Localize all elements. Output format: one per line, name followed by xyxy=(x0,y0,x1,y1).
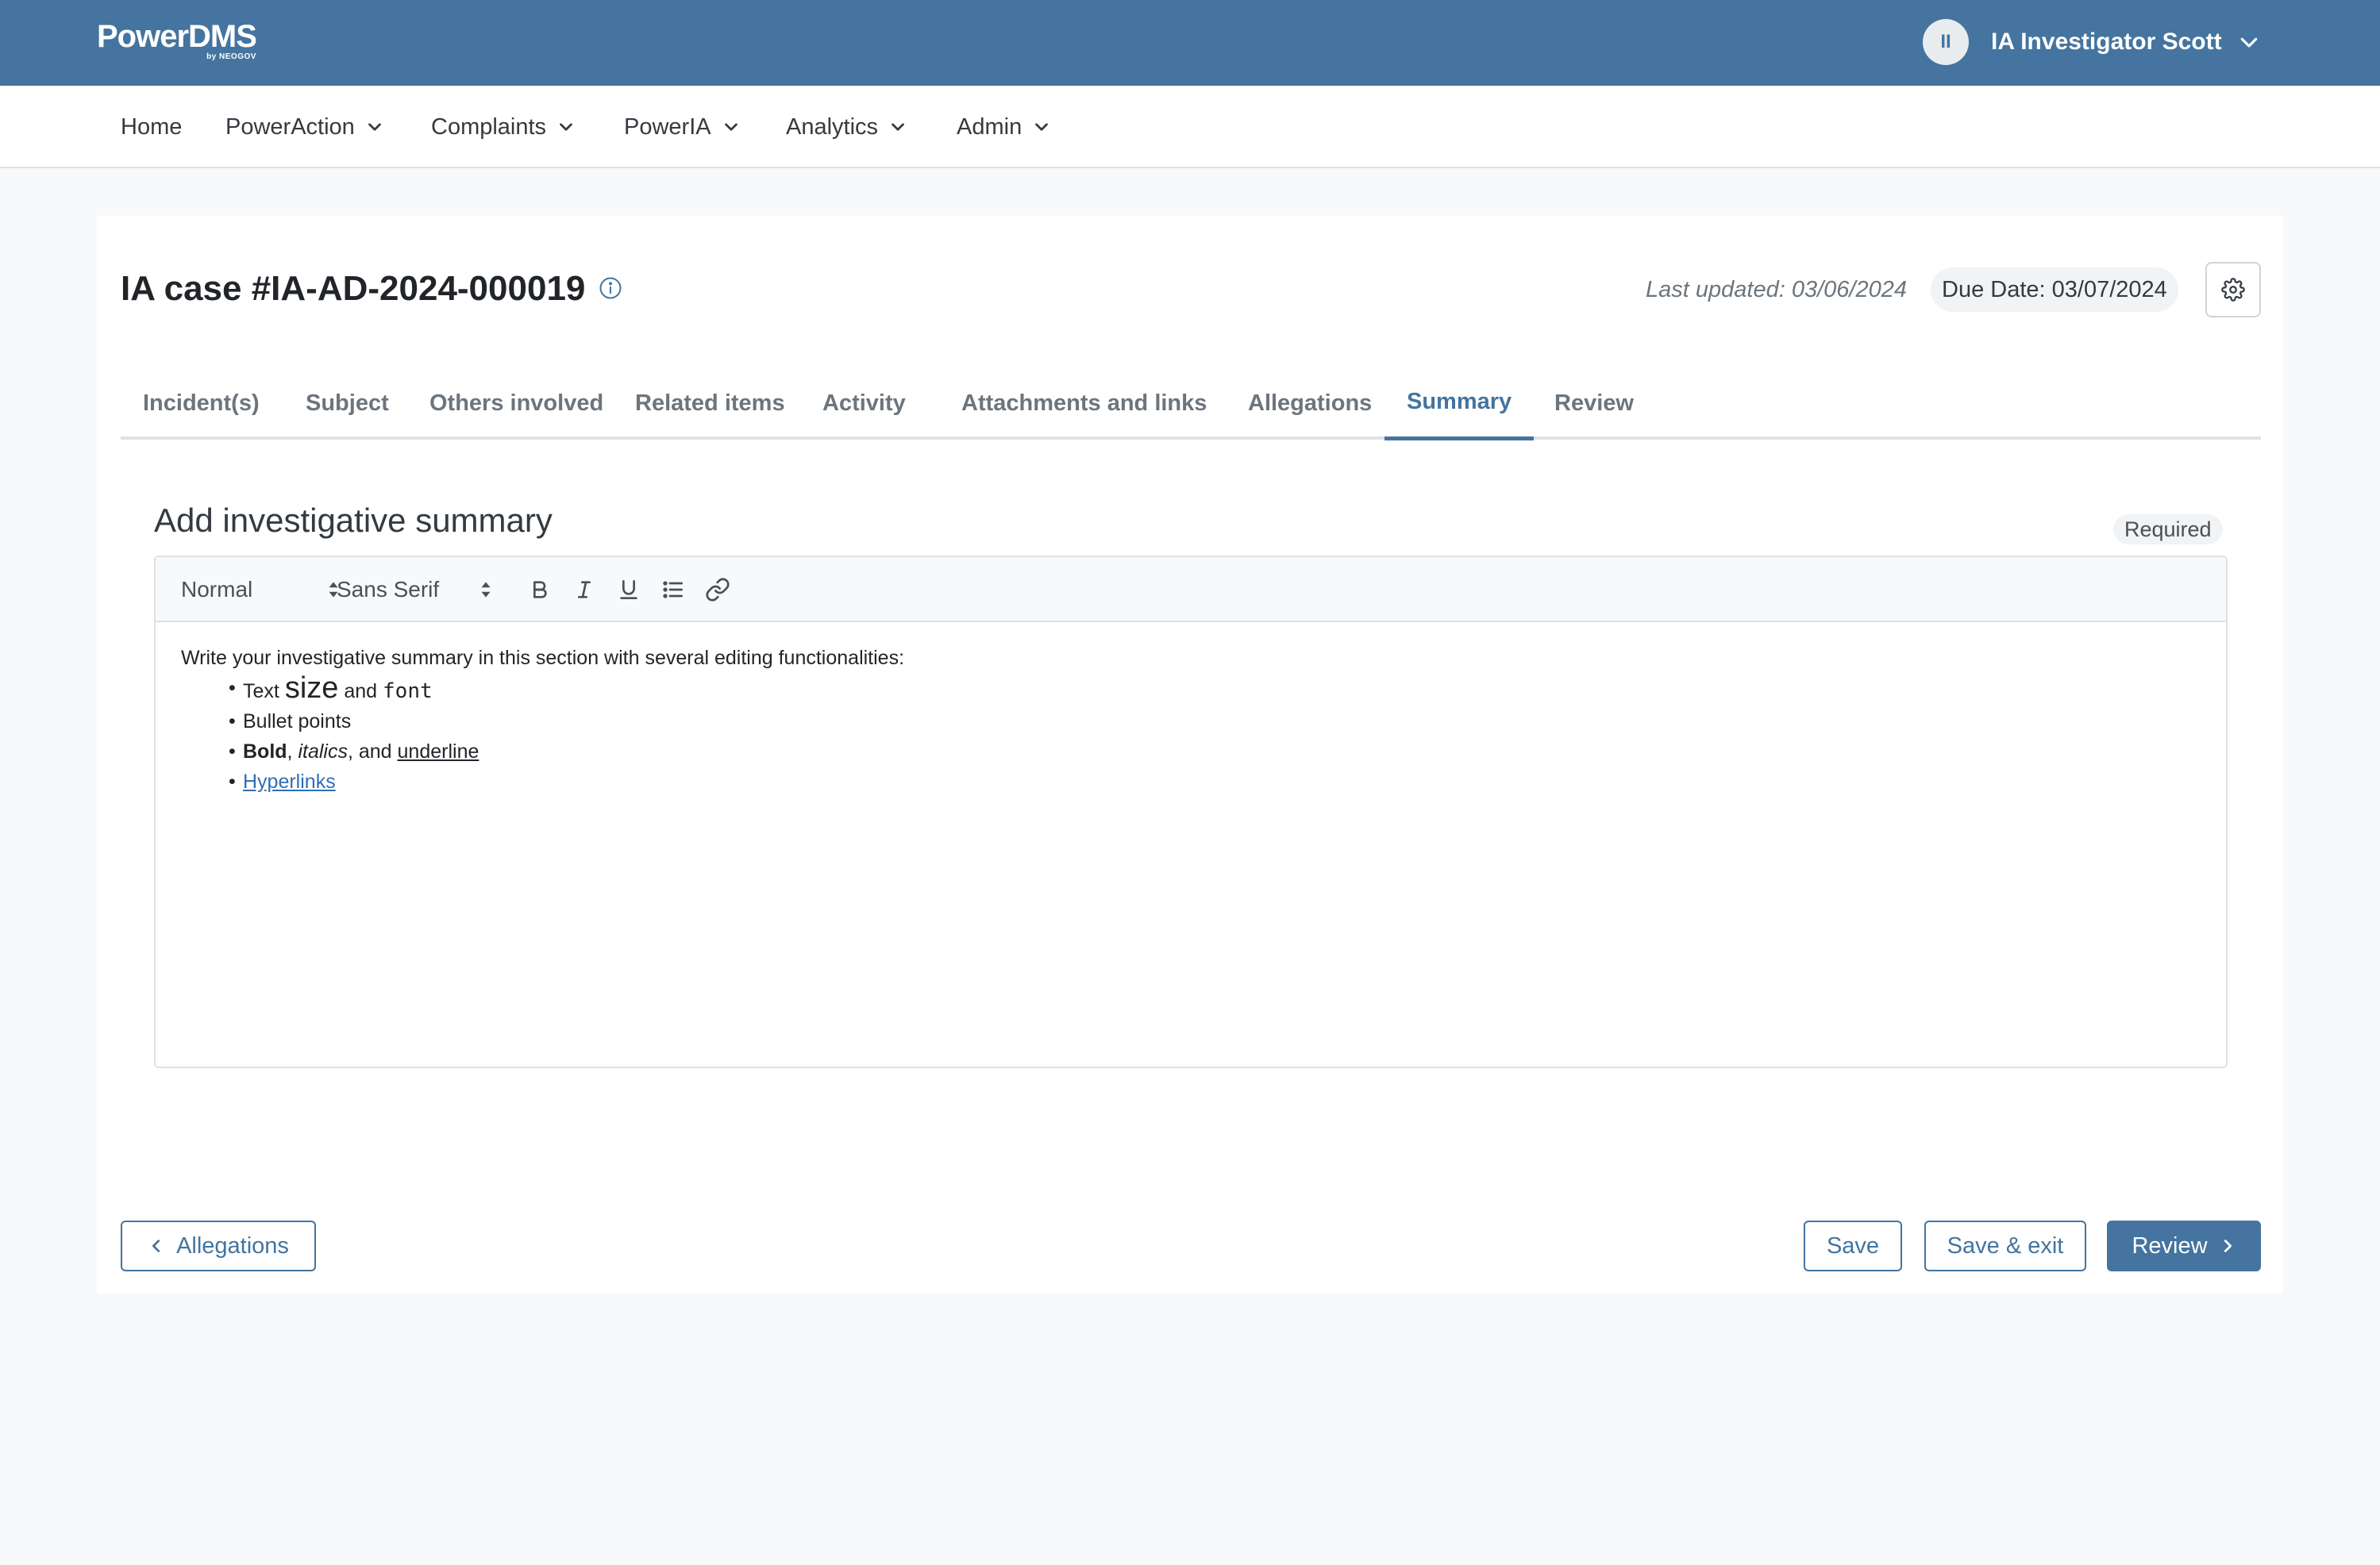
chevron-down-icon[interactable] xyxy=(2237,30,2261,54)
list-text-size: size xyxy=(284,671,339,705)
font-family-select[interactable]: Sans Serif xyxy=(337,573,491,606)
list-text-font: font xyxy=(383,679,433,703)
select-value: Sans Serif xyxy=(337,577,440,602)
select-value: Normal xyxy=(181,577,253,602)
list-text: , and xyxy=(347,740,392,763)
summary-intro: Write your investigative summary in this… xyxy=(181,647,905,669)
nav-poweraction[interactable]: PowerAction xyxy=(225,111,385,143)
nav-poweria[interactable]: PowerIA xyxy=(624,111,741,143)
list-item: Bold, italics, and underline xyxy=(229,736,904,767)
list-item: Hyperlinks xyxy=(229,767,904,797)
gear-icon xyxy=(2221,278,2245,302)
nav-label: Analytics xyxy=(786,113,879,140)
required-badge: Required xyxy=(2113,514,2223,544)
page-title: IA case #IA-AD-2024-000019 xyxy=(121,269,586,308)
bold-icon xyxy=(533,581,547,598)
list-text: Bullet points xyxy=(243,710,352,733)
tab-attachments-and-links[interactable]: Attachments and links xyxy=(939,367,1229,440)
tab-review[interactable]: Review xyxy=(1532,367,1656,440)
list-text-underline: underline xyxy=(397,740,479,763)
link-button[interactable] xyxy=(702,573,734,606)
review-button[interactable]: Review xyxy=(2107,1221,2261,1271)
link-icon xyxy=(706,578,730,602)
powerdms-logo[interactable]: PowerDMS by NEOGOV xyxy=(97,19,257,61)
list-text: , xyxy=(287,740,293,763)
chevron-down-icon xyxy=(892,123,904,131)
tab-summary[interactable]: Summary xyxy=(1384,367,1535,440)
list-item: Bullet points xyxy=(229,706,904,736)
case-tabs: Incident(s) Subject Others involved Rela… xyxy=(121,367,2261,440)
chevron-down-icon xyxy=(724,123,737,131)
button-label: Review xyxy=(2132,1232,2208,1259)
logo-text: PowerDMS xyxy=(97,19,257,54)
list-text: and xyxy=(344,680,378,702)
chevron-right-icon xyxy=(2224,1240,2232,1252)
nav-label: PowerAction xyxy=(225,113,355,140)
nav-label: Admin xyxy=(957,113,1022,140)
list-text-bold: Bold xyxy=(243,740,287,763)
text-size-select[interactable]: Normal xyxy=(181,573,338,606)
bold-button[interactable] xyxy=(524,573,556,606)
tab-related-items[interactable]: Related items xyxy=(613,367,807,440)
tab-others-involved[interactable]: Others involved xyxy=(407,367,626,440)
section-title: Add investigative summary xyxy=(154,502,553,539)
nav-label: PowerIA xyxy=(624,113,711,140)
case-card: IA case #IA-AD-2024-000019 Last updated:… xyxy=(97,216,2283,1294)
underline-icon xyxy=(620,580,637,599)
main-nav: Home PowerAction Complaints PowerIA Anal… xyxy=(0,86,2380,168)
summary-editor: Normal Sans Serif Write your investigati… xyxy=(154,556,2228,1068)
tab-incidents[interactable]: Incident(s) xyxy=(121,367,282,440)
chevron-down-icon xyxy=(1035,123,1049,131)
hyperlink[interactable]: Hyperlinks xyxy=(243,771,336,793)
select-arrows-icon xyxy=(481,582,491,598)
user-avatar[interactable]: II xyxy=(1923,19,1969,65)
bullet-list-icon xyxy=(663,581,683,598)
italic-button[interactable] xyxy=(568,573,600,606)
last-updated: Last updated: 03/06/2024 xyxy=(1646,277,1907,302)
chevron-down-icon xyxy=(560,123,572,131)
nav-label: Home xyxy=(121,113,183,140)
italic-icon xyxy=(578,581,591,598)
nav-home[interactable]: Home xyxy=(121,111,182,143)
editor-content[interactable]: Write your investigative summary in this… xyxy=(181,643,904,797)
info-icon[interactable] xyxy=(599,276,622,300)
tab-allegations[interactable]: Allegations xyxy=(1226,367,1394,440)
save-exit-button[interactable]: Save & exit xyxy=(1924,1221,2086,1271)
settings-button[interactable] xyxy=(2205,262,2261,317)
summary-bullet-list: Text size and font Bullet points Bold, i… xyxy=(229,673,904,797)
back-allegations-button[interactable]: Allegations xyxy=(121,1221,316,1271)
chevron-down-icon xyxy=(368,123,381,131)
list-text: Text xyxy=(243,680,279,702)
tab-activity[interactable]: Activity xyxy=(800,367,928,440)
nav-admin[interactable]: Admin xyxy=(957,111,1052,143)
top-bar: PowerDMS by NEOGOV II IA Investigator Sc… xyxy=(0,0,2380,86)
due-date-badge: Due Date: 03/07/2024 xyxy=(1931,267,2178,312)
list-item: Text size and font xyxy=(229,673,904,706)
logo-subtext: by NEOGOV xyxy=(206,52,256,61)
editor-toolbar: Normal Sans Serif xyxy=(156,557,2226,622)
list-text-italic: italics xyxy=(298,740,348,763)
user-name[interactable]: IA Investigator Scott xyxy=(1991,27,2222,57)
save-button[interactable]: Save xyxy=(1804,1221,1902,1271)
underline-button[interactable] xyxy=(613,573,645,606)
bullet-list-button[interactable] xyxy=(657,573,689,606)
chevron-left-icon xyxy=(152,1240,160,1252)
button-label: Allegations xyxy=(176,1232,289,1259)
nav-analytics[interactable]: Analytics xyxy=(786,111,908,143)
button-label: Save & exit xyxy=(1947,1232,2064,1259)
nav-complaints[interactable]: Complaints xyxy=(431,111,576,143)
tab-subject[interactable]: Subject xyxy=(283,367,411,440)
button-label: Save xyxy=(1826,1232,1880,1259)
nav-label: Complaints xyxy=(431,113,547,140)
